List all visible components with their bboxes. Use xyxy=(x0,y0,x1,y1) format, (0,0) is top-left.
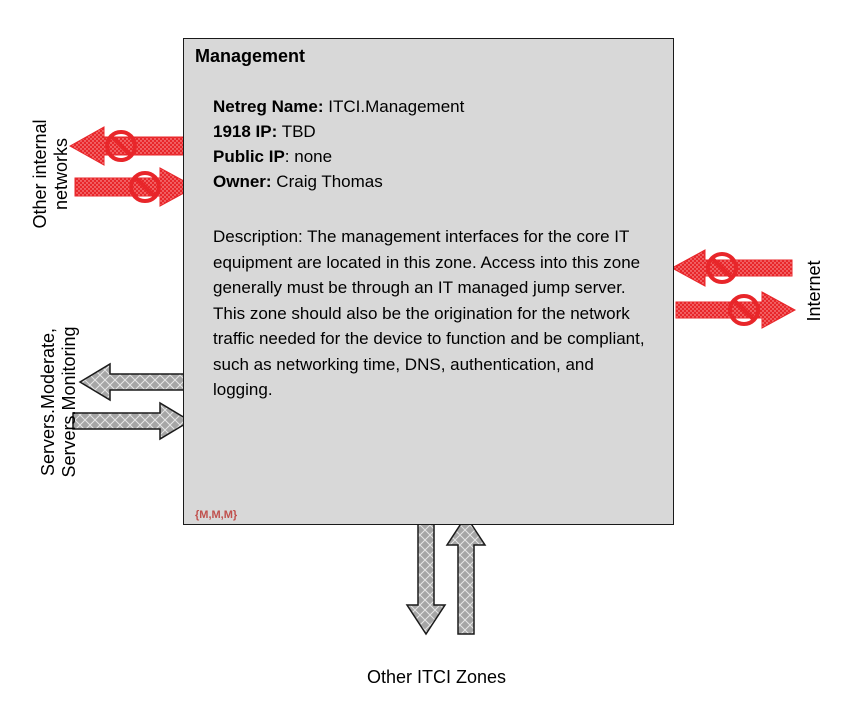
blocked-outbound-arrow-internet xyxy=(675,291,797,329)
ip1918-row: 1918 IP: TBD xyxy=(213,119,464,144)
allowed-inbound-arrow-servers xyxy=(72,401,192,441)
public-ip-label: Public IP xyxy=(213,147,285,166)
allowed-inbound-arrow-zones xyxy=(445,514,487,635)
blocked-outbound-arrow-internal xyxy=(68,126,191,166)
netreg-value: ITCI.Management xyxy=(328,97,465,116)
owner-row: Owner: Craig Thomas xyxy=(213,169,464,194)
management-zone-box: Management Netreg Name: ITCI.Management … xyxy=(183,38,674,525)
allowed-outbound-arrow-servers xyxy=(78,362,191,402)
zone-title: Management xyxy=(195,46,306,66)
label-other-internal-networks: Other internal networks xyxy=(30,94,72,254)
ip1918-value: TBD xyxy=(281,122,316,141)
zone-fields: Netreg Name: ITCI.Management 1918 IP: TB… xyxy=(213,94,464,194)
label-servers-line2: Servers.Monitoring xyxy=(59,326,79,478)
label-other-internal-line1: Other internal xyxy=(30,119,50,229)
label-servers-line1: Servers.Moderate, xyxy=(38,327,58,477)
blocked-inbound-arrow-internal xyxy=(74,167,197,207)
label-other-itci-zones: Other ITCI Zones xyxy=(367,667,507,687)
rating-badge: {M,M,M} xyxy=(195,509,238,521)
label-servers: Servers.Moderate, Servers.Monitoring xyxy=(38,302,82,502)
public-ip-row: Public IP: none xyxy=(213,144,464,169)
public-ip-value: : none xyxy=(284,147,333,166)
blocked-inbound-arrow-internet xyxy=(670,249,793,287)
netreg-row: Netreg Name: ITCI.Management xyxy=(213,94,464,119)
label-other-internal-line2: networks xyxy=(51,137,71,211)
ip1918-label: 1918 IP: xyxy=(213,122,278,141)
allowed-outbound-arrow-zones xyxy=(405,515,447,636)
owner-value: Craig Thomas xyxy=(276,172,383,191)
label-internet: Internet xyxy=(804,260,824,322)
zone-description: Description: The management interfaces f… xyxy=(213,227,645,399)
netreg-label: Netreg Name: xyxy=(213,97,324,116)
owner-label: Owner: xyxy=(213,172,272,191)
